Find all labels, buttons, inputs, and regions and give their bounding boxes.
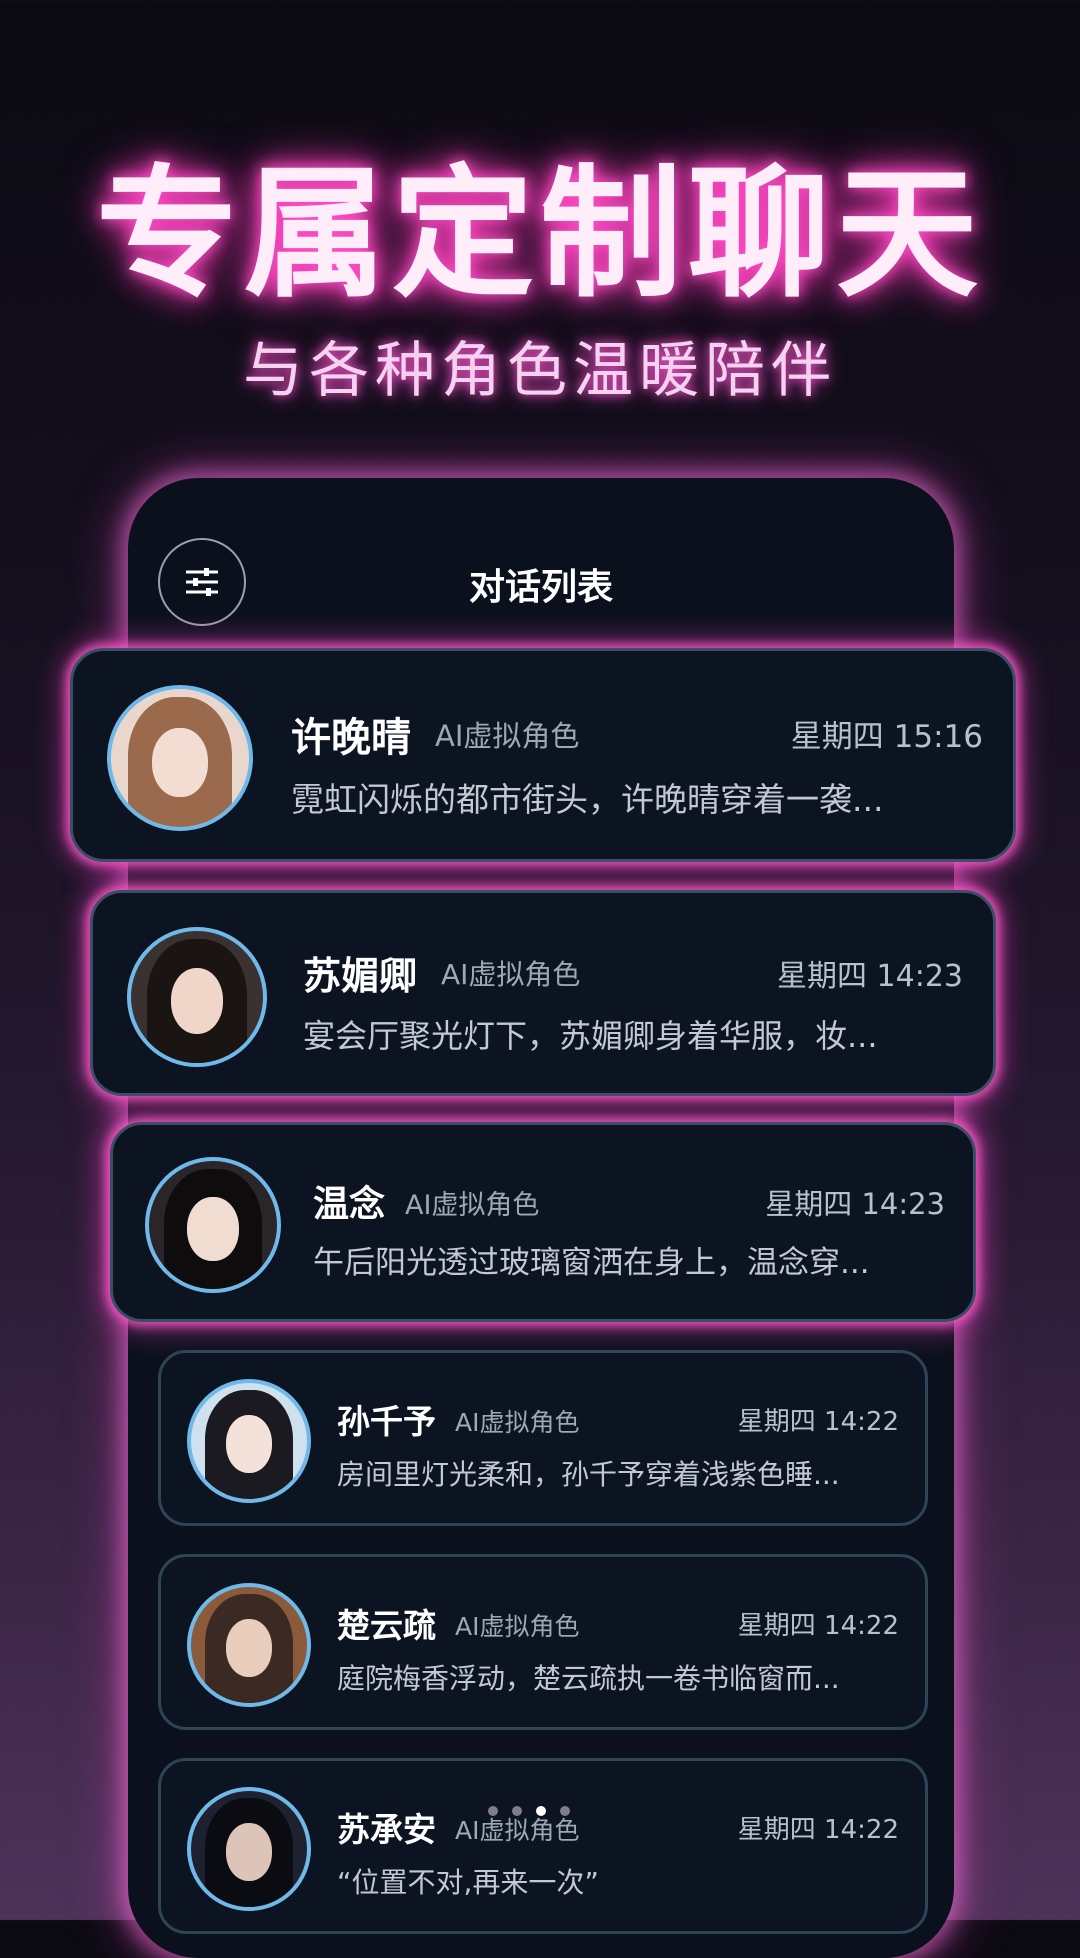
chat-card[interactable]: 苏媚卿 AI虚拟角色 星期四 14:23 宴会厅聚光灯下，苏媚卿身着华服，妆..… (90, 890, 996, 1096)
chat-preview: 霓虹闪烁的都市街头，许晚晴穿着一袭... (291, 780, 884, 819)
chat-card[interactable]: 温念 AI虚拟角色 星期四 14:23 午后阳光透过玻璃窗洒在身上，温念穿... (110, 1122, 976, 1322)
avatar (187, 1379, 311, 1503)
avatar (145, 1157, 281, 1293)
chat-tag: AI虚拟角色 (441, 958, 581, 991)
screen-title: 对话列表 (468, 567, 613, 608)
chat-time: 星期四 15:16 (790, 719, 983, 755)
chat-time: 星期四 14:22 (737, 1407, 899, 1437)
chat-preview: 庭院梅香浮动，楚云疏执一卷书临窗而... (337, 1662, 840, 1695)
page-indicator (488, 1806, 570, 1816)
promo-headline: 专属定制聊天 (96, 151, 984, 317)
chat-name: 楚云疏 (337, 1606, 436, 1645)
chat-time: 星期四 14:22 (737, 1815, 899, 1845)
chat-time: 星期四 14:22 (737, 1611, 899, 1641)
chat-name: 温念 (313, 1184, 386, 1225)
avatar (107, 685, 253, 831)
chat-tag: AI虚拟角色 (455, 1612, 580, 1641)
avatar (127, 927, 267, 1067)
chat-preview: “位置不对,再来一次” (337, 1866, 599, 1899)
chat-name: 许晚晴 (291, 715, 411, 761)
page-dot[interactable] (512, 1806, 522, 1816)
chat-name: 苏承安 (337, 1810, 436, 1849)
chat-tag: AI虚拟角色 (455, 1408, 580, 1437)
chat-name: 孙千予 (337, 1402, 436, 1441)
page-dot-active[interactable] (536, 1806, 546, 1816)
avatar (187, 1583, 311, 1707)
chat-name: 苏媚卿 (303, 954, 418, 998)
page-dot[interactable] (488, 1806, 498, 1816)
chat-tag: AI虚拟角色 (435, 719, 580, 753)
chat-card[interactable]: 楚云疏 AI虚拟角色 星期四 14:22 庭院梅香浮动，楚云疏执一卷书临窗而..… (158, 1554, 928, 1730)
chat-card[interactable]: 苏承安 AI虚拟角色 星期四 14:22 “位置不对,再来一次” (158, 1758, 928, 1934)
avatar (187, 1787, 311, 1911)
phone-header: 对话列表 (128, 538, 954, 638)
chat-card[interactable]: 许晚晴 AI虚拟角色 星期四 15:16 霓虹闪烁的都市街头，许晚晴穿着一袭..… (70, 648, 1016, 862)
promo-subline: 与各种角色温暖陪伴 (243, 336, 837, 406)
chat-time: 星期四 14:23 (765, 1187, 945, 1221)
chat-preview: 午后阳光透过玻璃窗洒在身上，温念穿... (313, 1245, 870, 1281)
page-dot[interactable] (560, 1806, 570, 1816)
chat-tag: AI虚拟角色 (455, 1816, 580, 1845)
chat-card[interactable]: 孙千予 AI虚拟角色 星期四 14:22 房间里灯光柔和，孙千予穿着浅紫色睡..… (158, 1350, 928, 1526)
chat-tag: AI虚拟角色 (405, 1190, 540, 1221)
chat-time: 星期四 14:23 (777, 959, 963, 994)
chat-preview: 房间里灯光柔和，孙千予穿着浅紫色睡... (337, 1458, 840, 1491)
chat-preview: 宴会厅聚光灯下，苏媚卿身着华服，妆... (303, 1017, 878, 1055)
